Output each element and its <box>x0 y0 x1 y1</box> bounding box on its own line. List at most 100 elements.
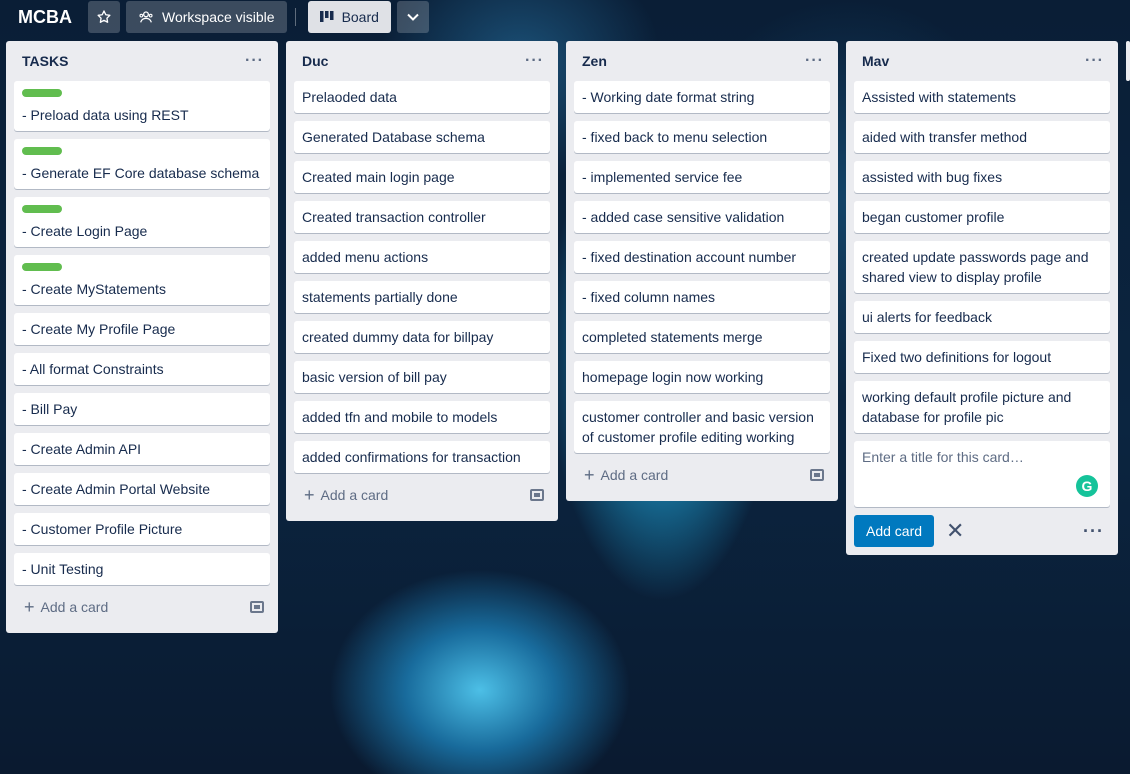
card-title: created update passwords page and shared… <box>862 249 1089 285</box>
list-card[interactable]: - Working date format string <box>574 81 830 113</box>
template-icon[interactable] <box>810 469 824 481</box>
view-switcher-button[interactable] <box>396 1 429 33</box>
list-card[interactable]: created dummy data for billpay <box>294 321 550 353</box>
add-card-button[interactable]: + Add a card <box>24 598 108 616</box>
list-card[interactable]: - Generate EF Core database schema <box>14 139 270 189</box>
list-title[interactable]: TASKS <box>22 53 68 69</box>
more-icon[interactable]: ··· <box>1083 521 1110 542</box>
list-card[interactable]: began customer profile <box>854 201 1110 233</box>
list-zen: Zen ··· - Working date format string - fi… <box>566 41 838 501</box>
plus-icon: + <box>304 485 315 505</box>
star-button[interactable] <box>88 1 120 33</box>
card-title: - Unit Testing <box>22 561 104 577</box>
add-card-button[interactable]: + Add a card <box>584 466 668 484</box>
list-card[interactable]: basic version of bill pay <box>294 361 550 393</box>
list-card[interactable]: aided with transfer method <box>854 121 1110 153</box>
board-view-button[interactable]: Board <box>307 1 391 33</box>
card-label[interactable] <box>22 205 62 213</box>
list-card[interactable]: - Preload data using REST <box>14 81 270 131</box>
card-title: added menu actions <box>302 249 429 265</box>
template-icon[interactable] <box>250 601 264 613</box>
list-card[interactable]: - All format Constraints <box>14 353 270 385</box>
composer-controls: Add card ✕ ··· <box>854 515 1110 547</box>
card-label[interactable] <box>22 89 62 97</box>
card-title: basic version of bill pay <box>302 369 447 385</box>
board-title[interactable]: MCBA <box>8 1 82 33</box>
list-card[interactable]: - Customer Profile Picture <box>14 513 270 545</box>
list-card[interactable]: - Create My Profile Page <box>14 313 270 345</box>
card-title-input[interactable] <box>862 449 1102 489</box>
add-card-label: Add a card <box>600 467 669 483</box>
list-card[interactable]: - Unit Testing <box>14 553 270 585</box>
list-card[interactable]: - implemented service fee <box>574 161 830 193</box>
list-card[interactable]: - Create MyStatements <box>14 255 270 305</box>
list-card[interactable]: Prelaoded data <box>294 81 550 113</box>
list-card[interactable]: - Create Login Page <box>14 197 270 247</box>
card-composer: G <box>854 441 1110 507</box>
card-title: - Create Login Page <box>22 223 148 239</box>
list-menu-icon[interactable]: ··· <box>245 52 264 70</box>
card-title: statements partially done <box>302 289 458 305</box>
card-title: added confirmations for transaction <box>302 449 521 465</box>
workspace-visibility-button[interactable]: Workspace visible <box>126 1 287 33</box>
list-menu-icon[interactable]: ··· <box>525 52 544 70</box>
list-card[interactable]: statements partially done <box>294 281 550 313</box>
list-title[interactable]: Duc <box>302 53 328 69</box>
list-card[interactable]: Created main login page <box>294 161 550 193</box>
list-card[interactable]: - added case sensitive validation <box>574 201 830 233</box>
list-menu-icon[interactable]: ··· <box>1085 52 1104 70</box>
card-title: - Preload data using REST <box>22 107 189 123</box>
card-label[interactable] <box>22 147 62 155</box>
list-card[interactable]: completed statements merge <box>574 321 830 353</box>
list-card[interactable]: Created transaction controller <box>294 201 550 233</box>
list-card[interactable]: homepage login now working <box>574 361 830 393</box>
list-title[interactable]: Mav <box>862 53 889 69</box>
list-header: Zen ··· <box>574 41 830 81</box>
list-card[interactable]: ui alerts for feedback <box>854 301 1110 333</box>
list-card[interactable]: Generated Database schema <box>294 121 550 153</box>
card-title: - fixed column names <box>582 289 716 305</box>
list-card[interactable]: added tfn and mobile to models <box>294 401 550 433</box>
list-header: Duc ··· <box>294 41 550 81</box>
list-card[interactable]: Fixed two definitions for logout <box>854 341 1110 373</box>
card-title: - fixed destination account number <box>582 249 797 265</box>
template-icon[interactable] <box>530 489 544 501</box>
card-title: created dummy data for billpay <box>302 329 494 345</box>
list-header: Mav ··· <box>854 41 1110 81</box>
card-title: assisted with bug fixes <box>862 169 1003 185</box>
list-card[interactable]: customer controller and basic version of… <box>574 401 830 453</box>
list-footer: + Add a card <box>14 589 270 625</box>
card-title: Prelaoded data <box>302 89 397 105</box>
list-card[interactable]: created update passwords page and shared… <box>854 241 1110 293</box>
list-card[interactable]: added menu actions <box>294 241 550 273</box>
list-card[interactable]: assisted with bug fixes <box>854 161 1110 193</box>
card-title: completed statements merge <box>582 329 763 345</box>
list-card[interactable]: - fixed back to menu selection <box>574 121 830 153</box>
card-title: Generated Database schema <box>302 129 485 145</box>
add-card-label: Add a card <box>40 599 109 615</box>
list-menu-icon[interactable]: ··· <box>805 52 824 70</box>
list-title[interactable]: Zen <box>582 53 607 69</box>
list-card[interactable]: - fixed destination account number <box>574 241 830 273</box>
plus-icon: + <box>24 597 35 617</box>
close-icon[interactable]: ✕ <box>946 520 964 542</box>
card-title: Created main login page <box>302 169 455 185</box>
board-header: MCBA Workspace visible Board <box>0 0 1130 34</box>
add-card-submit-button[interactable]: Add card <box>854 515 935 547</box>
card-title: - Create Admin Portal Website <box>22 481 211 497</box>
card-list: Prelaoded data Generated Database schema C… <box>294 81 550 473</box>
list-card[interactable]: - Create Admin API <box>14 433 270 465</box>
list-card[interactable]: working default profile picture and data… <box>854 381 1110 433</box>
card-title: - added case sensitive validation <box>582 209 785 225</box>
list-card[interactable]: added confirmations for transaction <box>294 441 550 473</box>
list-card[interactable]: - fixed column names <box>574 281 830 313</box>
list-card[interactable]: - Bill Pay <box>14 393 270 425</box>
grammarly-icon[interactable]: G <box>1076 475 1098 497</box>
card-list: Assisted with statements aided with trans… <box>854 81 1110 433</box>
list-card[interactable]: - Create Admin Portal Website <box>14 473 270 505</box>
card-label[interactable] <box>22 263 62 271</box>
header-divider <box>294 8 296 26</box>
add-card-button[interactable]: + Add a card <box>304 486 388 504</box>
workspace-icon <box>139 11 153 23</box>
list-card[interactable]: Assisted with statements <box>854 81 1110 113</box>
